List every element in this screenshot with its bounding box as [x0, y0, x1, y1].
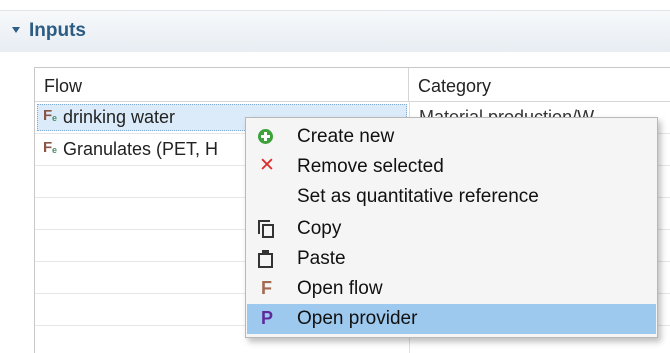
menu-item-label: Remove selected — [297, 156, 444, 177]
menu-item-label: Copy — [297, 218, 342, 239]
collapse-triangle-icon[interactable] — [12, 27, 20, 33]
flow-icon: Fe — [43, 139, 58, 156]
menu-item-copy[interactable]: Copy — [247, 214, 656, 244]
menu-item-set-quantitative-reference[interactable]: Set as quantitative reference — [247, 182, 656, 212]
inputs-section-header[interactable]: Inputs — [0, 10, 670, 52]
menu-item-label: Create new — [297, 126, 395, 147]
menu-item-open-provider[interactable]: P Open provider — [247, 304, 656, 334]
menu-item-create-new[interactable]: Create new — [247, 122, 656, 152]
menu-item-paste[interactable]: Paste — [247, 244, 656, 274]
menu-item-open-flow[interactable]: F Open flow — [247, 274, 656, 304]
flow-name: Granulates (PET, H — [63, 139, 219, 159]
flow-f-icon: F — [261, 278, 272, 298]
menu-item-label: Open flow — [297, 278, 383, 299]
flow-icon: Fe — [43, 107, 58, 124]
column-header-flow[interactable]: Flow — [35, 68, 409, 102]
paste-icon — [257, 248, 277, 270]
menu-item-label: Set as quantitative reference — [297, 186, 539, 207]
menu-item-label: Open provider — [297, 308, 418, 329]
menu-item-remove-selected[interactable]: ✕ Remove selected — [247, 152, 656, 182]
section-title: Inputs — [29, 20, 86, 41]
context-menu: Create new ✕ Remove selected Set as quan… — [245, 117, 658, 338]
flow-name: drinking water — [63, 107, 176, 127]
add-circle-icon — [257, 126, 277, 148]
remove-x-icon: ✕ — [259, 155, 275, 176]
menu-item-label: Paste — [297, 248, 346, 269]
copy-icon — [257, 218, 277, 240]
provider-p-icon: P — [261, 308, 274, 328]
column-header-category[interactable]: Category — [409, 68, 670, 102]
